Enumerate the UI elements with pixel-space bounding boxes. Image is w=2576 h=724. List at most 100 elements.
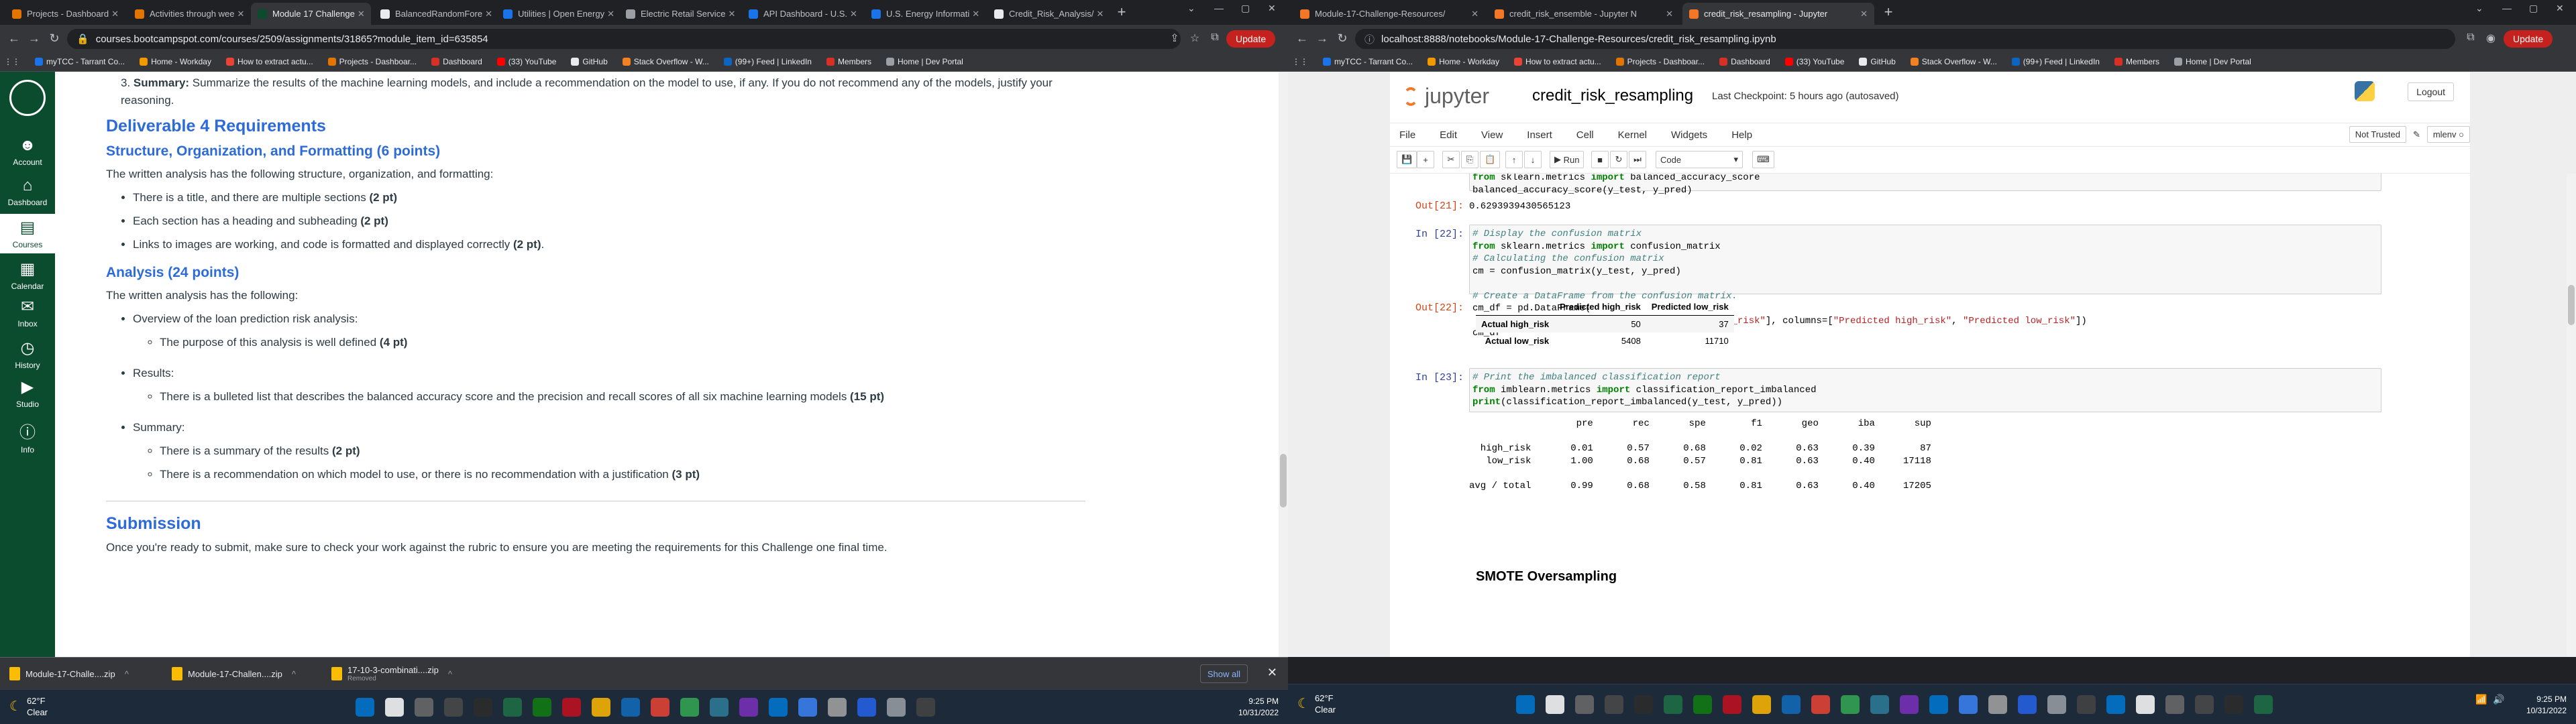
tab-close-icon[interactable]: ✕: [1093, 9, 1104, 19]
apps-icon[interactable]: ⋮⋮: [4, 57, 20, 66]
windows-start-icon[interactable]: [2106, 695, 2125, 714]
excel-icon[interactable]: [503, 698, 522, 717]
bookmark-item[interactable]: Stack Overflow - W...: [622, 57, 709, 66]
bookmark-item[interactable]: Home | Dev Portal: [2174, 57, 2251, 66]
menu-help[interactable]: Help: [1731, 129, 1752, 141]
browser-tab[interactable]: Module-17-Challenge-Resources/ ✕: [1293, 3, 1485, 25]
fast-forward-icon[interactable]: ⏭: [1629, 151, 1646, 168]
windows-start-icon[interactable]: [1516, 695, 1535, 714]
nav-item-account[interactable]: ☻ Account: [0, 132, 55, 171]
window-close-icon[interactable]: ✕: [2556, 3, 2564, 14]
forward-icon[interactable]: →: [1312, 32, 1332, 46]
browser-tab[interactable]: Utilities | Open Energy ✕: [496, 3, 616, 25]
bookmark-item[interactable]: (99+) Feed | LinkedIn: [2011, 57, 2100, 66]
bookmark-star-icon[interactable]: ☆: [1187, 32, 1202, 46]
restart-icon[interactable]: ↻: [1610, 151, 1627, 168]
bookmark-item[interactable]: Home | Dev Portal: [886, 57, 963, 66]
task-view-icon[interactable]: [1575, 695, 1594, 714]
browser-tab[interactable]: Projects - Dashboard ✕: [5, 3, 125, 25]
chat-icon[interactable]: [1605, 695, 1623, 714]
extensions-icon[interactable]: ⧉: [2463, 32, 2478, 46]
nav-item-calendar[interactable]: ▦ Calendar: [0, 255, 55, 295]
chevron-down-icon[interactable]: ⌄: [1187, 3, 1195, 14]
bookmark-item[interactable]: Projects - Dashboar...: [1615, 57, 1705, 66]
excel-icon[interactable]: [1664, 695, 1682, 714]
task-view-icon[interactable]: [2165, 695, 2184, 714]
browser-icon[interactable]: [1841, 695, 1860, 714]
bookmark-item[interactable]: How to extract actu...: [1513, 57, 1601, 66]
maximize-icon[interactable]: ▢: [1241, 3, 1250, 14]
save-icon[interactable]: 💾: [1397, 151, 1417, 168]
search-icon[interactable]: [2136, 695, 2155, 714]
school-logo-icon[interactable]: [9, 80, 46, 116]
trusted-indicator[interactable]: Not Trusted: [2349, 126, 2406, 143]
menu-insert[interactable]: Insert: [1527, 129, 1552, 141]
menu-view[interactable]: View: [1481, 129, 1503, 141]
vscode-icon[interactable]: [739, 698, 758, 717]
edge-icon[interactable]: [621, 698, 640, 717]
nav-item-studio[interactable]: ▶ Studio: [0, 373, 55, 413]
outlook-icon[interactable]: [769, 698, 788, 717]
menu-file[interactable]: File: [1399, 129, 1415, 141]
bookmark-item[interactable]: Home - Workday: [140, 57, 211, 66]
add-cell-icon[interactable]: +: [1417, 151, 1434, 168]
cut-icon[interactable]: ✂: [1442, 151, 1460, 168]
word-icon[interactable]: [2018, 695, 2037, 714]
bookmark-item[interactable]: (33) YouTube: [496, 57, 556, 66]
download-item[interactable]: 17-10-3-combinati....zip Removed ^: [331, 663, 452, 684]
bookmark-item[interactable]: myTCC - Tarrant Co...: [35, 57, 125, 66]
address-bar[interactable]: 🔒 courses.bootcampspot.com/courses/2509/…: [67, 29, 1181, 49]
code-editor[interactable]: # Display the confusion matrix from skle…: [1469, 225, 2381, 339]
reload-icon[interactable]: ↻: [1332, 32, 1352, 46]
tab-close-icon[interactable]: ✕: [604, 9, 614, 19]
chevron-down-icon[interactable]: ⌄: [2475, 3, 2483, 14]
app-icon[interactable]: [2077, 695, 2096, 714]
system-clock[interactable]: 9:25 PM 10/31/2022: [1238, 696, 1279, 719]
extensions-icon[interactable]: ⧉: [1208, 32, 1222, 46]
chat-icon[interactable]: [444, 698, 463, 717]
bookmark-item[interactable]: GitHub: [571, 57, 608, 66]
edge-icon[interactable]: [1782, 695, 1801, 714]
share-icon[interactable]: ⇪: [1167, 32, 1182, 46]
app-icon[interactable]: [916, 698, 935, 717]
nav-item-info[interactable]: ⓘ Info: [0, 415, 55, 459]
code-editor[interactable]: from sklearn.metrics import balanced_acc…: [1469, 174, 2381, 196]
stop-icon[interactable]: ■: [1591, 151, 1609, 168]
move-up-icon[interactable]: ↑: [1505, 151, 1523, 168]
jupyter-logo[interactable]: jupyter: [1403, 84, 1489, 109]
reload-icon[interactable]: ↻: [44, 32, 64, 46]
nav-item-inbox[interactable]: ✉ Inbox: [0, 293, 55, 333]
tab-close-icon[interactable]: ✕: [847, 9, 857, 19]
tab-close-icon[interactable]: ✕: [109, 9, 119, 19]
chevron-up-icon[interactable]: ^: [292, 669, 296, 679]
browser-tab[interactable]: Credit_Risk_Analysis/✕: [987, 3, 1108, 25]
bookmark-item[interactable]: Dashboard: [431, 57, 482, 66]
address-bar[interactable]: ⓘ localhost:8888/notebooks/Module-17-Cha…: [1355, 29, 2455, 49]
excel-icon[interactable]: [2254, 695, 2273, 714]
chat-icon[interactable]: [2195, 695, 2214, 714]
edit-pencil-icon[interactable]: ✎: [2413, 129, 2420, 140]
settings-icon[interactable]: [887, 698, 906, 717]
menu-widgets[interactable]: Widgets: [1671, 129, 1707, 141]
terminal-icon[interactable]: [2224, 695, 2243, 714]
back-icon[interactable]: ←: [1292, 32, 1312, 46]
xbox-icon[interactable]: [1693, 695, 1712, 714]
teams-icon[interactable]: [798, 698, 817, 717]
menu-edit[interactable]: Edit: [1440, 129, 1457, 141]
code-editor[interactable]: # Print the imbalanced classification re…: [1469, 368, 2381, 412]
back-icon[interactable]: ←: [4, 32, 24, 46]
volume-icon[interactable]: 🔊: [2493, 694, 2504, 705]
browser-tab[interactable]: Activities through wee ✕: [128, 3, 248, 25]
browser-tab[interactable]: Module 17 Challenge ✕: [251, 3, 371, 25]
bookmark-item[interactable]: (99+) Feed | LinkedIn: [723, 57, 812, 66]
store-icon[interactable]: [1870, 695, 1889, 714]
notepad-icon[interactable]: [1988, 695, 2007, 714]
terminal-icon[interactable]: [474, 698, 492, 717]
bookmark-item[interactable]: (33) YouTube: [1784, 57, 1844, 66]
chevron-up-icon[interactable]: ^: [125, 669, 129, 679]
update-button[interactable]: Update: [2504, 30, 2553, 48]
office-icon[interactable]: [1723, 695, 1741, 714]
page-scrollbar[interactable]: [1279, 72, 1288, 657]
office-icon[interactable]: [562, 698, 581, 717]
run-button[interactable]: ▶ Run: [1550, 151, 1585, 168]
